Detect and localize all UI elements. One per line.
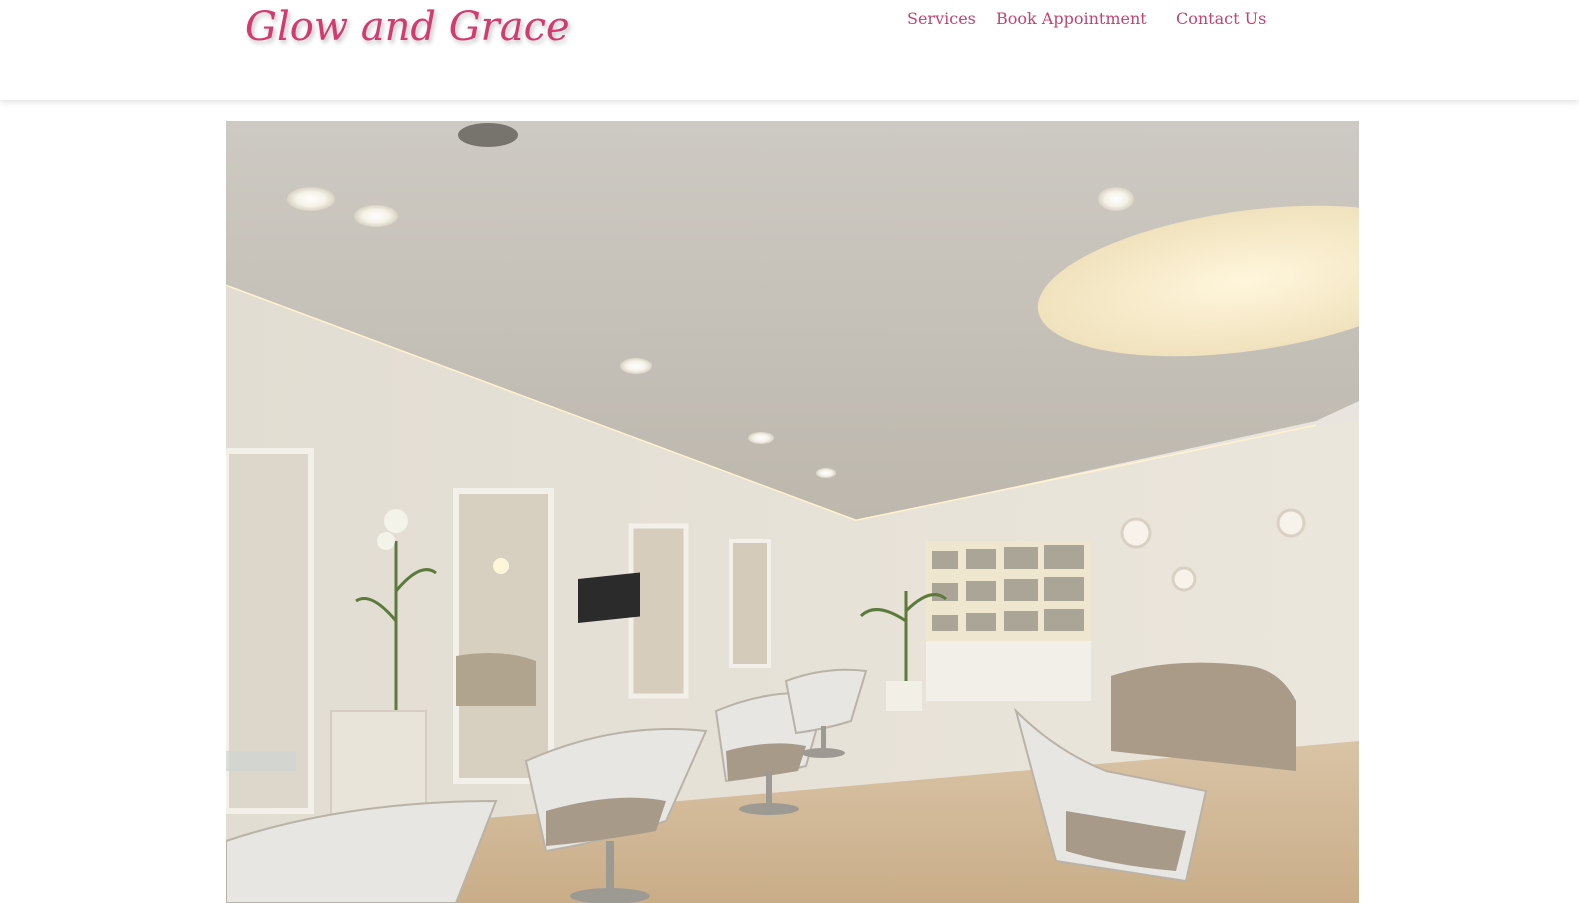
nav-services-link[interactable]: Services (907, 9, 976, 28)
salon-interior-illustration (226, 121, 1359, 903)
site-header: Glow and Grace Services Book Appointment… (0, 0, 1579, 100)
nav-contact-us-link[interactable]: Contact Us (1176, 9, 1266, 28)
main-nav: Services Book Appointment Contact Us (0, 9, 1579, 33)
nav-book-appointment-link[interactable]: Book Appointment (996, 9, 1147, 28)
hero-image (226, 121, 1359, 903)
